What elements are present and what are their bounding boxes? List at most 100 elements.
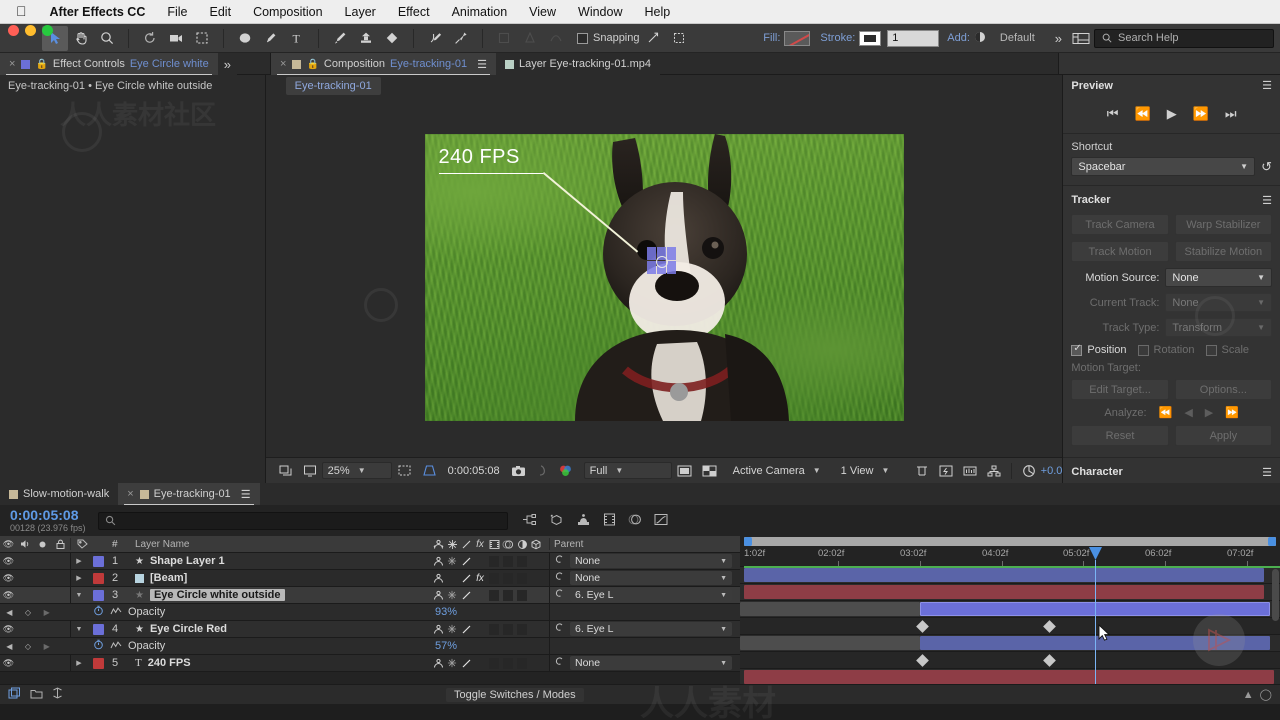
analyze-forward-1-icon[interactable]: ⏩ (1225, 406, 1239, 419)
stroke-control[interactable]: Stroke: (820, 30, 882, 46)
menu-edit[interactable]: Edit (199, 5, 243, 19)
frame-blend-switch[interactable] (487, 555, 501, 567)
effect-controls-overflow[interactable]: » (217, 53, 237, 75)
workspace-selector[interactable]: Default (986, 32, 1049, 44)
edit-target-button[interactable]: Edit Target... (1071, 379, 1169, 401)
comp-mini-flowchart-icon[interactable] (522, 513, 537, 529)
hamburger-icon[interactable]: ☰ (1262, 79, 1272, 92)
channel-rgb-icon[interactable] (553, 464, 578, 477)
window-controls[interactable] (8, 25, 53, 36)
toggle-switches-modes-button[interactable]: Toggle Switches / Modes (446, 687, 584, 702)
quality-switch[interactable] (459, 624, 473, 635)
eraser-tool[interactable] (379, 26, 405, 51)
track-camera-button[interactable]: Track Camera (1071, 214, 1169, 236)
property-value[interactable]: 93% (431, 606, 549, 618)
pickwhip-icon[interactable] (554, 656, 565, 670)
pickwhip-icon[interactable] (554, 588, 565, 602)
track-row[interactable] (740, 567, 1280, 584)
shy-switch[interactable] (431, 573, 445, 584)
close-tab-icon[interactable]: × (9, 58, 15, 70)
hide-shy-layers-icon[interactable] (576, 513, 591, 529)
puppet-pin-tool[interactable] (448, 26, 474, 51)
menu-help[interactable]: Help (634, 5, 682, 19)
frame-blending-icon[interactable] (603, 513, 616, 529)
zoom-tool[interactable] (94, 26, 120, 51)
mask-feather-icon[interactable] (491, 26, 517, 51)
hamburger-icon[interactable]: ☰ (477, 58, 487, 71)
timeline-search-input[interactable] (97, 511, 508, 530)
add-icon[interactable] (974, 31, 986, 46)
prev-keyframe-icon[interactable]: ◀ (6, 642, 12, 651)
position-checkbox[interactable] (1071, 343, 1083, 356)
new-folder-icon[interactable] (30, 687, 43, 702)
hamburger-icon[interactable]: ☰ (1262, 194, 1272, 207)
stroke-swatch[interactable] (859, 30, 882, 46)
fill-swatch[interactable] (784, 30, 811, 46)
property-row[interactable]: ◀ ◇ ▶ Opacity 93% (0, 603, 740, 621)
timeline-tracks-area[interactable]: 1:02f 02:02f 03:02f 04:02f 05:02f 06:02f… (740, 536, 1280, 684)
options-button[interactable]: Options... (1174, 379, 1272, 401)
expand-triangle[interactable]: ▼ (71, 592, 87, 599)
track-row[interactable] (740, 601, 1280, 618)
property-row[interactable]: ◀ ◇ ▶ Opacity 57% (0, 637, 740, 655)
workspace-settings-icon[interactable] (1068, 26, 1094, 51)
track-type-select[interactable]: Transform ▼ (1165, 318, 1272, 338)
motion-blur-switch[interactable] (501, 657, 515, 669)
tab-eye-tracking-01[interactable]: × Eye-tracking-01 ☰ (118, 483, 260, 505)
layer-switches[interactable]: fx (431, 572, 549, 584)
workspace-overflow-icon[interactable]: » (1049, 31, 1068, 46)
close-tab-icon[interactable]: × (127, 488, 133, 500)
parent-select[interactable]: 6. Eye L ▼ (570, 588, 732, 602)
lock-icon[interactable]: 🔒 (306, 59, 318, 70)
keyframe[interactable] (916, 654, 929, 667)
table-row[interactable]: 👁 ▶ 2 [Beam] fx None ▼ (0, 569, 740, 587)
adjustment-switch[interactable] (515, 623, 529, 635)
shy-switch[interactable] (431, 658, 445, 669)
collapse-switch[interactable] (445, 658, 459, 668)
keyframe-nav[interactable]: ◀ ◇ ▶ (0, 642, 56, 651)
maximize-window-button[interactable] (42, 25, 53, 36)
parent-cell[interactable]: 6. Eye L ▼ (550, 622, 740, 636)
guides-icon[interactable] (910, 465, 934, 477)
keyframe[interactable] (1043, 654, 1056, 667)
parent-select[interactable]: None ▼ (570, 656, 732, 670)
track-row[interactable] (740, 584, 1280, 601)
current-timecode[interactable]: 0:00:05:08 (10, 508, 86, 522)
pickwhip-icon[interactable] (554, 571, 565, 585)
warp-stabilizer-button[interactable]: Warp Stabilizer (1174, 214, 1272, 236)
camera-select[interactable]: Active Camera ▼ (728, 462, 836, 479)
menu-view[interactable]: View (518, 5, 567, 19)
always-preview-icon[interactable] (274, 465, 298, 477)
minimize-window-button[interactable] (25, 25, 36, 36)
table-row[interactable]: 👁 ▼ 3 ★ Eye Circle white outside 6. Eye … (0, 586, 740, 604)
anchor-point-tool[interactable] (189, 26, 215, 51)
frame-blend-switch[interactable] (487, 657, 501, 669)
fast-preview-icon[interactable] (934, 465, 958, 477)
snapping-toggle[interactable]: Snapping (577, 32, 640, 44)
layer-name-cell[interactable]: [Beam] (131, 572, 431, 584)
apply-button[interactable]: Apply (1174, 425, 1272, 447)
close-tab-icon[interactable]: × (280, 58, 286, 70)
collapse-switch[interactable] (445, 556, 459, 566)
layer-color-chip[interactable] (87, 555, 109, 567)
eye-toggle[interactable]: 👁 (0, 658, 17, 669)
snap-align-icon[interactable] (640, 26, 666, 51)
timeline-ruler[interactable]: 1:02f 02:02f 03:02f 04:02f 05:02f 06:02f… (740, 536, 1280, 568)
parent-cell[interactable]: 6. Eye L ▼ (550, 588, 740, 602)
layer-switches[interactable] (431, 589, 549, 601)
work-area-bar[interactable] (744, 537, 1276, 546)
menu-animation[interactable]: Animation (441, 5, 519, 19)
property-name-cell[interactable]: Opacity (56, 639, 431, 653)
parent-cell[interactable]: None ▼ (550, 554, 740, 568)
eye-toggle[interactable]: 👁 (0, 573, 17, 584)
take-snapshot-icon[interactable] (506, 465, 531, 477)
draft-3d-icon[interactable] (549, 513, 564, 529)
motion-blur-switch[interactable] (501, 572, 515, 584)
motion-blur-icon[interactable] (628, 513, 642, 529)
exposure-icon[interactable] (1017, 464, 1041, 478)
prev-keyframe-icon[interactable]: ◀ (6, 608, 12, 617)
last-frame-icon[interactable]: ⏭ (1225, 106, 1237, 122)
adjustment-switch[interactable] (515, 572, 529, 584)
next-keyframe-icon[interactable]: ▶ (44, 642, 50, 651)
table-row[interactable]: 👁 ▶ 5 T 240 FPS None ▼ (0, 654, 740, 672)
